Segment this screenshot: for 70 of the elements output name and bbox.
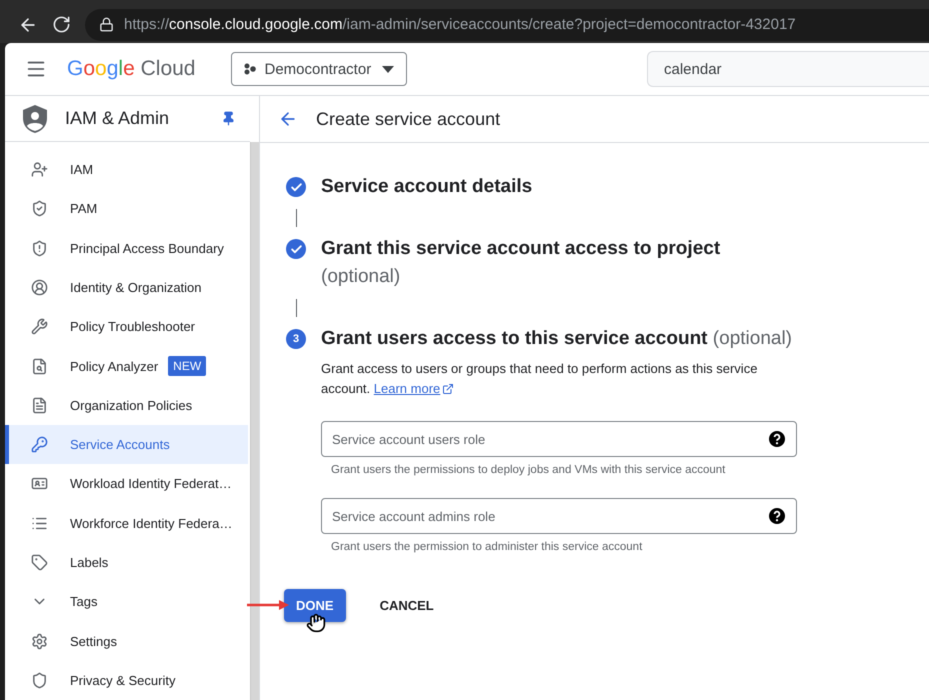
sidebar-item[interactable]: Tags xyxy=(5,582,248,622)
sidebar-item[interactable]: Labels xyxy=(5,542,248,582)
tag-icon xyxy=(31,554,48,571)
field-hint: Grant users the permissions to deploy jobs and VMs with this service account xyxy=(331,464,726,476)
sidebar-item[interactable]: Principal Access Boundary xyxy=(5,228,248,268)
document-icon xyxy=(31,396,48,414)
shield-person-icon xyxy=(23,104,47,133)
key-icon xyxy=(31,436,48,454)
item-label: Principal Access Boundary xyxy=(70,240,224,256)
project-picker[interactable]: Democontractor xyxy=(231,52,408,86)
sidebar-item[interactable]: Workforce Identity Federa… xyxy=(5,504,248,543)
logo[interactable]: Google Cloud xyxy=(67,57,196,81)
step-number: 3 xyxy=(286,329,306,349)
item-label: PAM xyxy=(70,201,98,216)
shield-icon xyxy=(31,240,48,257)
sidebar-item[interactable]: Policy Analyzer NEW xyxy=(5,346,248,386)
item-label: Settings xyxy=(70,634,117,649)
url-text: https://console.cloud.google.com/iam-admin/serviceaccounts/create?project=democontractor-432017 xyxy=(124,16,796,33)
reload-icon[interactable] xyxy=(52,15,71,34)
step-title: Grant this service account access to project (optional) xyxy=(321,237,722,289)
item-label: Policy Analyzer xyxy=(70,358,158,374)
field-hint: Grant users the permission to administer this service account xyxy=(331,541,644,553)
step-description: Grant access to users or groups that need to perform actions as this service account. Learn more xyxy=(321,359,791,399)
sidebar-item[interactable]: Settings xyxy=(5,621,248,661)
cancel-button[interactable]: CANCEL xyxy=(368,589,446,622)
item-label: Organization Policies xyxy=(70,398,192,413)
lock-icon xyxy=(99,17,114,32)
item-label: IAM xyxy=(70,162,94,178)
wrench-icon xyxy=(31,318,48,336)
page-title: Create service account xyxy=(316,108,500,130)
sidebar-item[interactable]: Identity & Organization xyxy=(5,268,248,308)
done-button[interactable]: DONE xyxy=(284,589,346,622)
sidebar-item[interactable]: PAM xyxy=(5,189,248,229)
item-label: Workload Identity Federat… xyxy=(70,476,232,492)
document-icon xyxy=(31,358,48,375)
sidebar-item[interactable]: Workload Identity Federat… xyxy=(5,464,248,504)
role-field[interactable]: Service account users role xyxy=(321,421,797,457)
gear-icon xyxy=(31,632,48,650)
item-label: Tags xyxy=(70,594,98,610)
step-title: Service account details xyxy=(321,175,534,199)
sidebar-item[interactable]: Service Accounts xyxy=(5,425,248,464)
sidebar-item[interactable]: IAM xyxy=(5,150,248,190)
shield-icon xyxy=(31,200,48,218)
annotation-arrow xyxy=(247,599,289,611)
item-label: Workforce Identity Federa… xyxy=(70,516,232,531)
sidebar-item[interactable]: Policy Troubleshooter xyxy=(5,307,248,346)
role-field[interactable]: Service account admins role xyxy=(321,498,797,534)
item-label: Identity & Organization xyxy=(70,280,202,296)
item-label: Policy Troubleshooter xyxy=(70,319,196,334)
item-label: Labels xyxy=(70,554,108,570)
shield-icon xyxy=(31,672,48,689)
item-label: Privacy & Security xyxy=(70,672,176,688)
external-link-icon xyxy=(442,383,454,395)
caret-icon xyxy=(382,66,394,72)
item-label: Service Accounts xyxy=(70,437,170,452)
hand-cursor-icon xyxy=(306,613,326,633)
new-badge: NEW xyxy=(168,356,206,376)
learn-more-link[interactable]: Learn more xyxy=(374,379,454,399)
pin-icon[interactable] xyxy=(221,111,236,126)
dots-icon xyxy=(244,63,256,75)
sidebar-item[interactable]: Privacy & Security xyxy=(5,660,248,700)
help-icon[interactable] xyxy=(769,508,785,524)
account-circle-icon xyxy=(31,279,48,296)
help-icon[interactable] xyxy=(769,431,785,447)
sidebar-title: IAM & Admin xyxy=(65,108,170,130)
sidebar-item[interactable]: Organization Policies xyxy=(5,386,248,425)
step-title: Grant users access to this service account (optional) xyxy=(321,327,794,351)
person-add-icon xyxy=(31,161,48,178)
address-bar[interactable]: https://console.cloud.google.com/iam-admin/serviceaccounts/create?project=democontractor-432017 xyxy=(85,8,929,40)
search-field[interactable]: calendar xyxy=(647,51,929,87)
